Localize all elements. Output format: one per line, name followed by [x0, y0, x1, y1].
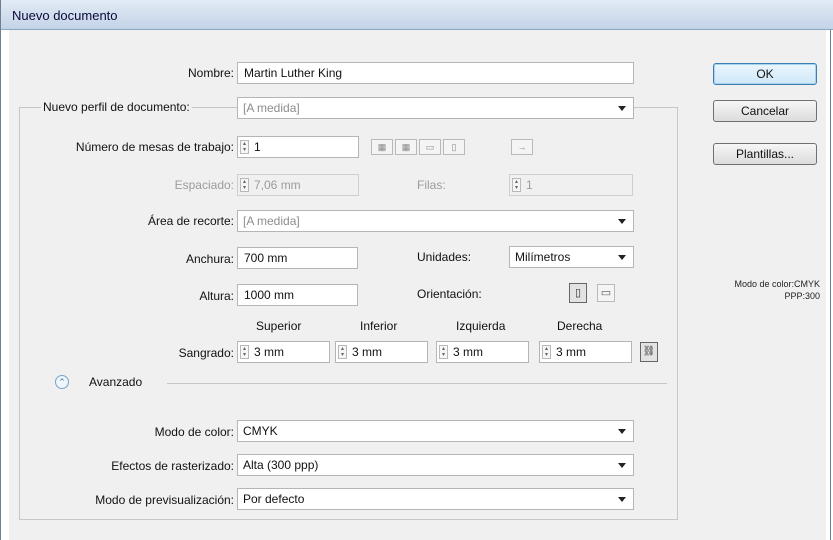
link-bleed-icon[interactable]: ⛓ — [640, 342, 658, 362]
bleed-left-value: 3 mm — [453, 345, 483, 359]
bleed-top-value: 3 mm — [254, 345, 284, 359]
color-mode-summary: Modo de color:CMYK — [734, 279, 820, 289]
chevron-down-icon — [618, 429, 626, 434]
artboards-label: Número de mesas de trabajo: — [75, 140, 234, 154]
color-mode-value: CMYK — [243, 424, 278, 438]
units-value: Milímetros — [515, 250, 571, 264]
crop-area-select[interactable]: [A medida] — [237, 210, 634, 232]
ppi-summary: PPP:300 — [784, 291, 820, 301]
portrait-icon[interactable]: ▯ — [569, 283, 587, 303]
orientation-label: Orientación: — [417, 287, 482, 301]
spacing-stepper[interactable]: ▴ ▾ 7,06 mm — [237, 174, 359, 196]
color-mode-label: Modo de color: — [154, 425, 234, 439]
stepper-arrows-icon[interactable]: ▴ ▾ — [439, 345, 448, 359]
bleed-left-stepper[interactable]: ▴ ▾ 3 mm — [436, 341, 529, 363]
raster-effects-label: Efectos de rasterizado: — [111, 459, 234, 473]
height-input[interactable]: 1000 mm — [237, 284, 358, 306]
dialog-body: Nombre: Martin Luther King OK Cancelar P… — [9, 30, 826, 540]
bleed-bottom-header: Inferior — [360, 319, 398, 333]
spacing-value: 7,06 mm — [254, 178, 301, 192]
units-select[interactable]: Milímetros — [509, 246, 634, 268]
arrange-by-column-icon[interactable]: ▯ — [443, 139, 465, 155]
arrange-by-row-icon[interactable]: ▭ — [419, 139, 441, 155]
bleed-right-stepper[interactable]: ▴ ▾ 3 mm — [539, 341, 632, 363]
advanced-label: Avanzado — [89, 375, 143, 389]
grid-by-row-icon[interactable]: ▦ — [371, 139, 393, 155]
title-bar[interactable]: Nuevo documento — [1, 0, 833, 30]
bleed-right-value: 3 mm — [556, 345, 586, 359]
preview-mode-select[interactable]: Por defecto — [237, 488, 634, 510]
crop-area-value: [A medida] — [243, 214, 300, 228]
raster-effects-select[interactable]: Alta (300 ppp) — [237, 454, 634, 476]
ok-button[interactable]: OK — [713, 63, 817, 85]
stepper-arrows-icon[interactable]: ▴ ▾ — [240, 140, 249, 154]
width-input[interactable]: 700 mm — [237, 247, 358, 269]
stepper-arrows-icon[interactable]: ▴ ▾ — [338, 345, 347, 359]
profile-value: [A medida] — [243, 101, 300, 115]
templates-button[interactable]: Plantillas... — [713, 143, 817, 165]
stepper-arrows-icon[interactable]: ▴ ▾ — [240, 178, 249, 192]
bleed-area-label: Área de recorte: — [147, 214, 234, 228]
bleed-top-header: Superior — [256, 319, 302, 333]
grid-by-column-icon[interactable]: ▦ — [395, 139, 417, 155]
profile-dash — [222, 107, 232, 108]
rows-label: Filas: — [417, 178, 446, 192]
raster-effects-value: Alta (300 ppp) — [243, 458, 319, 472]
name-label: Nombre: — [187, 66, 234, 80]
stepper-arrows-icon[interactable]: ▴ ▾ — [542, 345, 551, 359]
bleed-top-stepper[interactable]: ▴ ▾ 3 mm — [237, 341, 330, 363]
artboards-value: 1 — [254, 140, 261, 154]
stepper-arrows-icon[interactable]: ▴ ▾ — [240, 345, 249, 359]
chevron-down-icon — [618, 497, 626, 502]
name-input[interactable]: Martin Luther King — [237, 62, 634, 84]
bleed-label: Sangrado: — [178, 346, 234, 360]
color-mode-select[interactable]: CMYK — [237, 420, 634, 442]
stepper-arrows-icon[interactable]: ▴ ▾ — [512, 178, 521, 192]
preview-mode-value: Por defecto — [243, 492, 305, 506]
chevron-down-icon — [618, 255, 626, 260]
chevron-down-icon — [618, 106, 626, 111]
bleed-right-header: Derecha — [557, 319, 603, 333]
artboards-stepper[interactable]: ▴ ▾ 1 — [237, 136, 359, 158]
bleed-bottom-value: 3 mm — [352, 345, 382, 359]
width-label: Anchura: — [185, 252, 234, 266]
advanced-divider — [167, 383, 667, 384]
profile-label: Nuevo perfil de documento: — [41, 98, 192, 116]
spacing-label: Espaciado: — [174, 178, 234, 192]
profile-select[interactable]: [A medida] — [237, 97, 634, 119]
units-label: Unidades: — [417, 250, 472, 264]
new-document-dialog: Nuevo documento Nombre: Martin Luther Ki… — [0, 0, 833, 540]
landscape-icon[interactable]: ▭ — [597, 284, 615, 302]
chevron-down-icon — [618, 463, 626, 468]
bleed-bottom-stepper[interactable]: ▴ ▾ 3 mm — [335, 341, 428, 363]
rows-value: 1 — [526, 178, 533, 192]
dialog-title: Nuevo documento — [12, 8, 118, 23]
collapse-advanced-icon[interactable]: ⌃ — [55, 375, 69, 389]
height-label: Altura: — [199, 289, 234, 303]
rows-stepper[interactable]: ▴ ▾ 1 — [509, 174, 633, 196]
bleed-left-header: Izquierda — [456, 319, 506, 333]
cancel-button[interactable]: Cancelar — [713, 100, 817, 122]
chevron-down-icon — [618, 219, 626, 224]
preview-mode-label: Modo de previsualización: — [95, 493, 234, 507]
layout-direction-icon[interactable]: → — [511, 139, 533, 155]
